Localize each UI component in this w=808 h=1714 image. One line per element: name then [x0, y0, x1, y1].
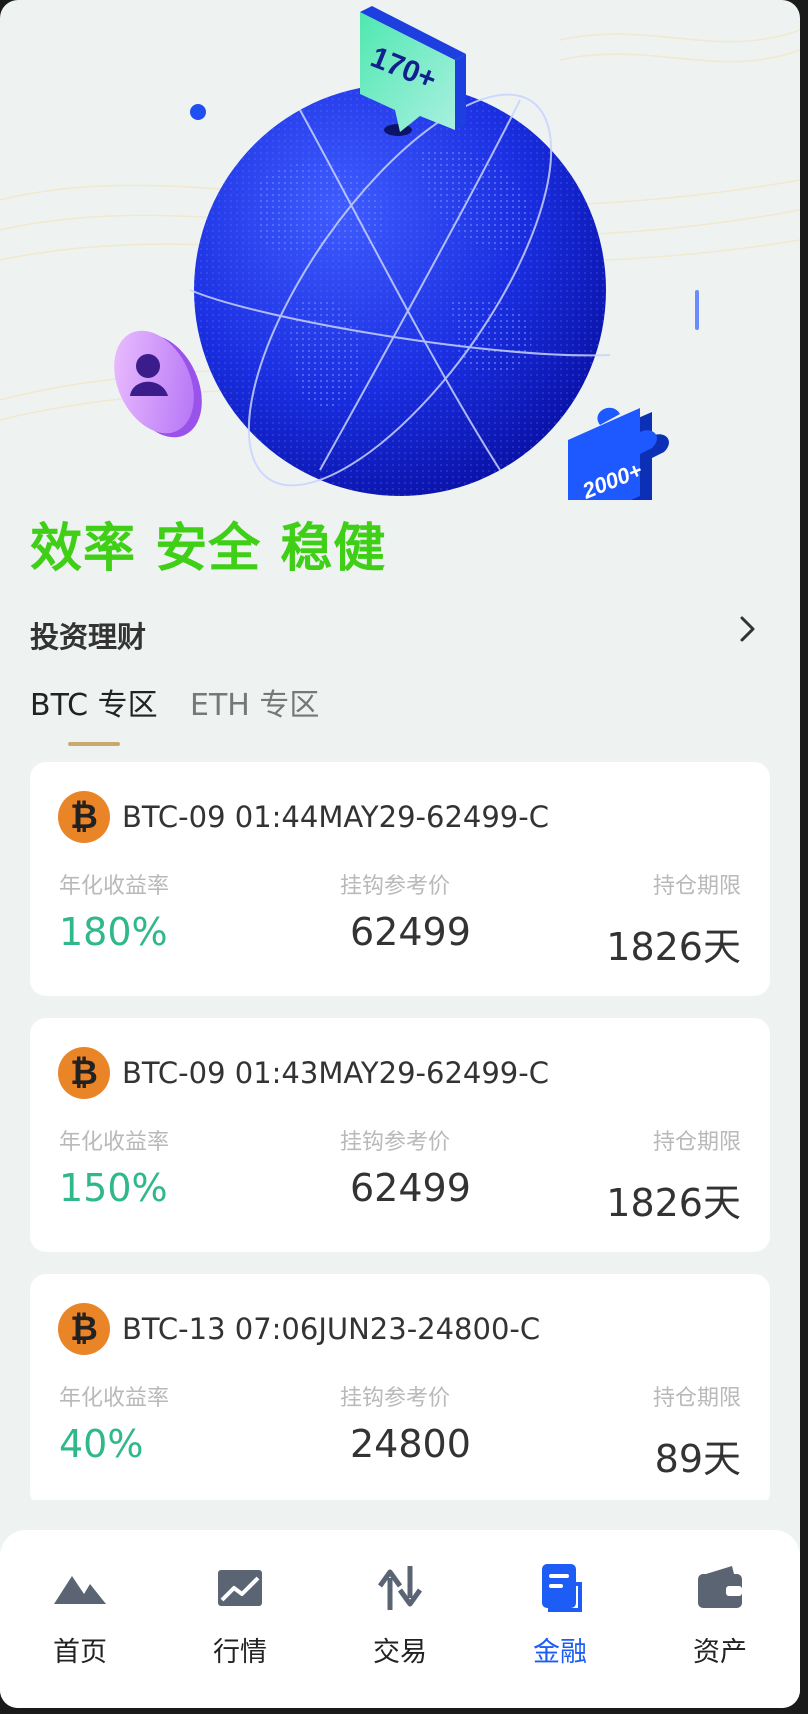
bitcoin-icon: ₿ [58, 791, 110, 843]
product-card[interactable]: ₿ BTC-13 07:06JUN23-24800-C 年化收益率 挂钩参考价 … [30, 1274, 770, 1500]
term-label: 持仓期限 [652, 874, 741, 899]
price-value: 62499 [350, 1166, 471, 1210]
term-label: 持仓期限 [652, 1130, 741, 1155]
nav-label: 交易 [373, 1637, 427, 1668]
nav-item-home[interactable]: 首页 [20, 1560, 140, 1670]
nav-label: 行情 [213, 1637, 267, 1668]
price-value: 24800 [350, 1422, 471, 1466]
product-list: ₿ BTC-09 01:44MAY29-62499-C 年化收益率 挂钩参考价 … [30, 762, 770, 1500]
price-label: 挂钩参考价 [340, 874, 451, 899]
product-card[interactable]: ₿ BTC-09 01:44MAY29-62499-C 年化收益率 挂钩参考价 … [30, 762, 770, 996]
document-icon [542, 1564, 582, 1612]
product-name: BTC-09 01:43MAY29-62499-C [122, 1056, 549, 1090]
term-value: 89天 [654, 1437, 741, 1481]
rate-value: 150% [59, 1166, 168, 1210]
nav-item-finance[interactable]: 金融 [500, 1560, 620, 1670]
term-value: 1826天 [606, 925, 741, 969]
term-label: 持仓期限 [652, 1386, 741, 1411]
nav-item-market[interactable]: 行情 [180, 1560, 300, 1670]
rate-value: 40% [59, 1422, 144, 1466]
nav-label: 金融 [533, 1637, 587, 1668]
tab-btc-zone[interactable]: BTC 专区 [30, 680, 158, 724]
rate-label: 年化收益率 [59, 1130, 170, 1155]
active-tab-indicator [68, 742, 120, 746]
rate-label: 年化收益率 [59, 874, 170, 899]
price-label: 挂钩参考价 [340, 1386, 451, 1411]
nav-label: 资产 [693, 1637, 747, 1668]
bitcoin-icon: ₿ [58, 1303, 110, 1355]
chart-icon [218, 1570, 262, 1606]
chevron-right-icon[interactable] [732, 612, 762, 646]
product-name: BTC-13 07:06JUN23-24800-C [122, 1312, 541, 1346]
slogan: 效率 安全 稳健 [30, 519, 387, 579]
product-name: BTC-09 01:44MAY29-62499-C [122, 800, 549, 834]
section-header: 投资理财 [30, 608, 762, 656]
term-value: 1826天 [606, 1181, 741, 1225]
nav-label: 首页 [53, 1637, 107, 1668]
product-card[interactable]: ₿ BTC-09 01:43MAY29-62499-C 年化收益率 挂钩参考价 … [30, 1018, 770, 1252]
rate-label: 年化收益率 [59, 1386, 170, 1411]
wallet-icon [698, 1566, 742, 1608]
mountain-icon [54, 1576, 106, 1604]
hero-illustration: 170+ 2000+ [0, 6, 800, 500]
puzzle-2000-group: 2000+ [568, 407, 669, 500]
bitcoin-icon: ₿ [58, 1047, 110, 1099]
price-label: 挂钩参考价 [340, 1130, 451, 1155]
price-value: 62499 [350, 910, 471, 954]
bottom-nav: 首页 行情 交易 金融 资产 [0, 1530, 800, 1708]
app-screen: 170+ 2000+ 效率 安全 稳健 投资理财 BTC 专区 ETH 专区 ₿ [0, 0, 800, 1708]
swap-arrows-icon [377, 1566, 423, 1610]
tab-eth-zone[interactable]: ETH 专区 [190, 680, 319, 724]
nav-item-assets[interactable]: 资产 [660, 1560, 780, 1670]
nav-item-trade[interactable]: 交易 [340, 1560, 460, 1670]
rate-value: 180% [59, 910, 168, 954]
section-title: 投资理财 [30, 620, 147, 654]
